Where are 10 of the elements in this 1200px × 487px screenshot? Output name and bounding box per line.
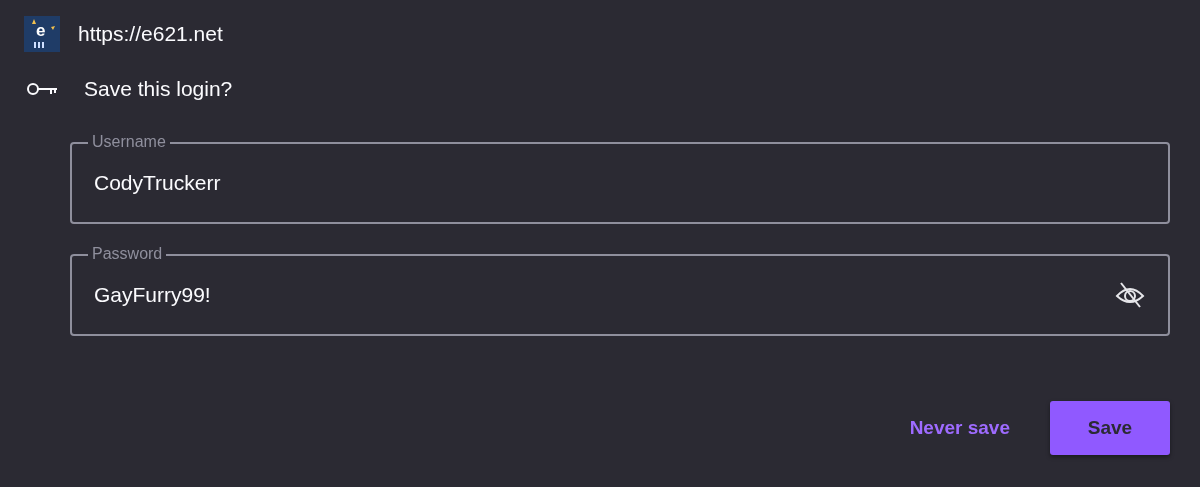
- site-icon: e: [24, 16, 60, 52]
- eye-slash-icon[interactable]: [1114, 281, 1146, 309]
- field-value: GayFurry99!: [94, 283, 212, 307]
- never-save-button[interactable]: Never save: [907, 409, 1012, 447]
- key-icon: [26, 82, 58, 96]
- field-value: CodyTruckerr: [94, 171, 222, 195]
- dialog-title: Save this login?: [84, 77, 233, 101]
- password-field[interactable]: Password GayFurry99!: [70, 244, 1170, 336]
- site-url: https://e621.net: [78, 22, 223, 46]
- username-field[interactable]: Username CodyTruckerr: [70, 132, 1170, 224]
